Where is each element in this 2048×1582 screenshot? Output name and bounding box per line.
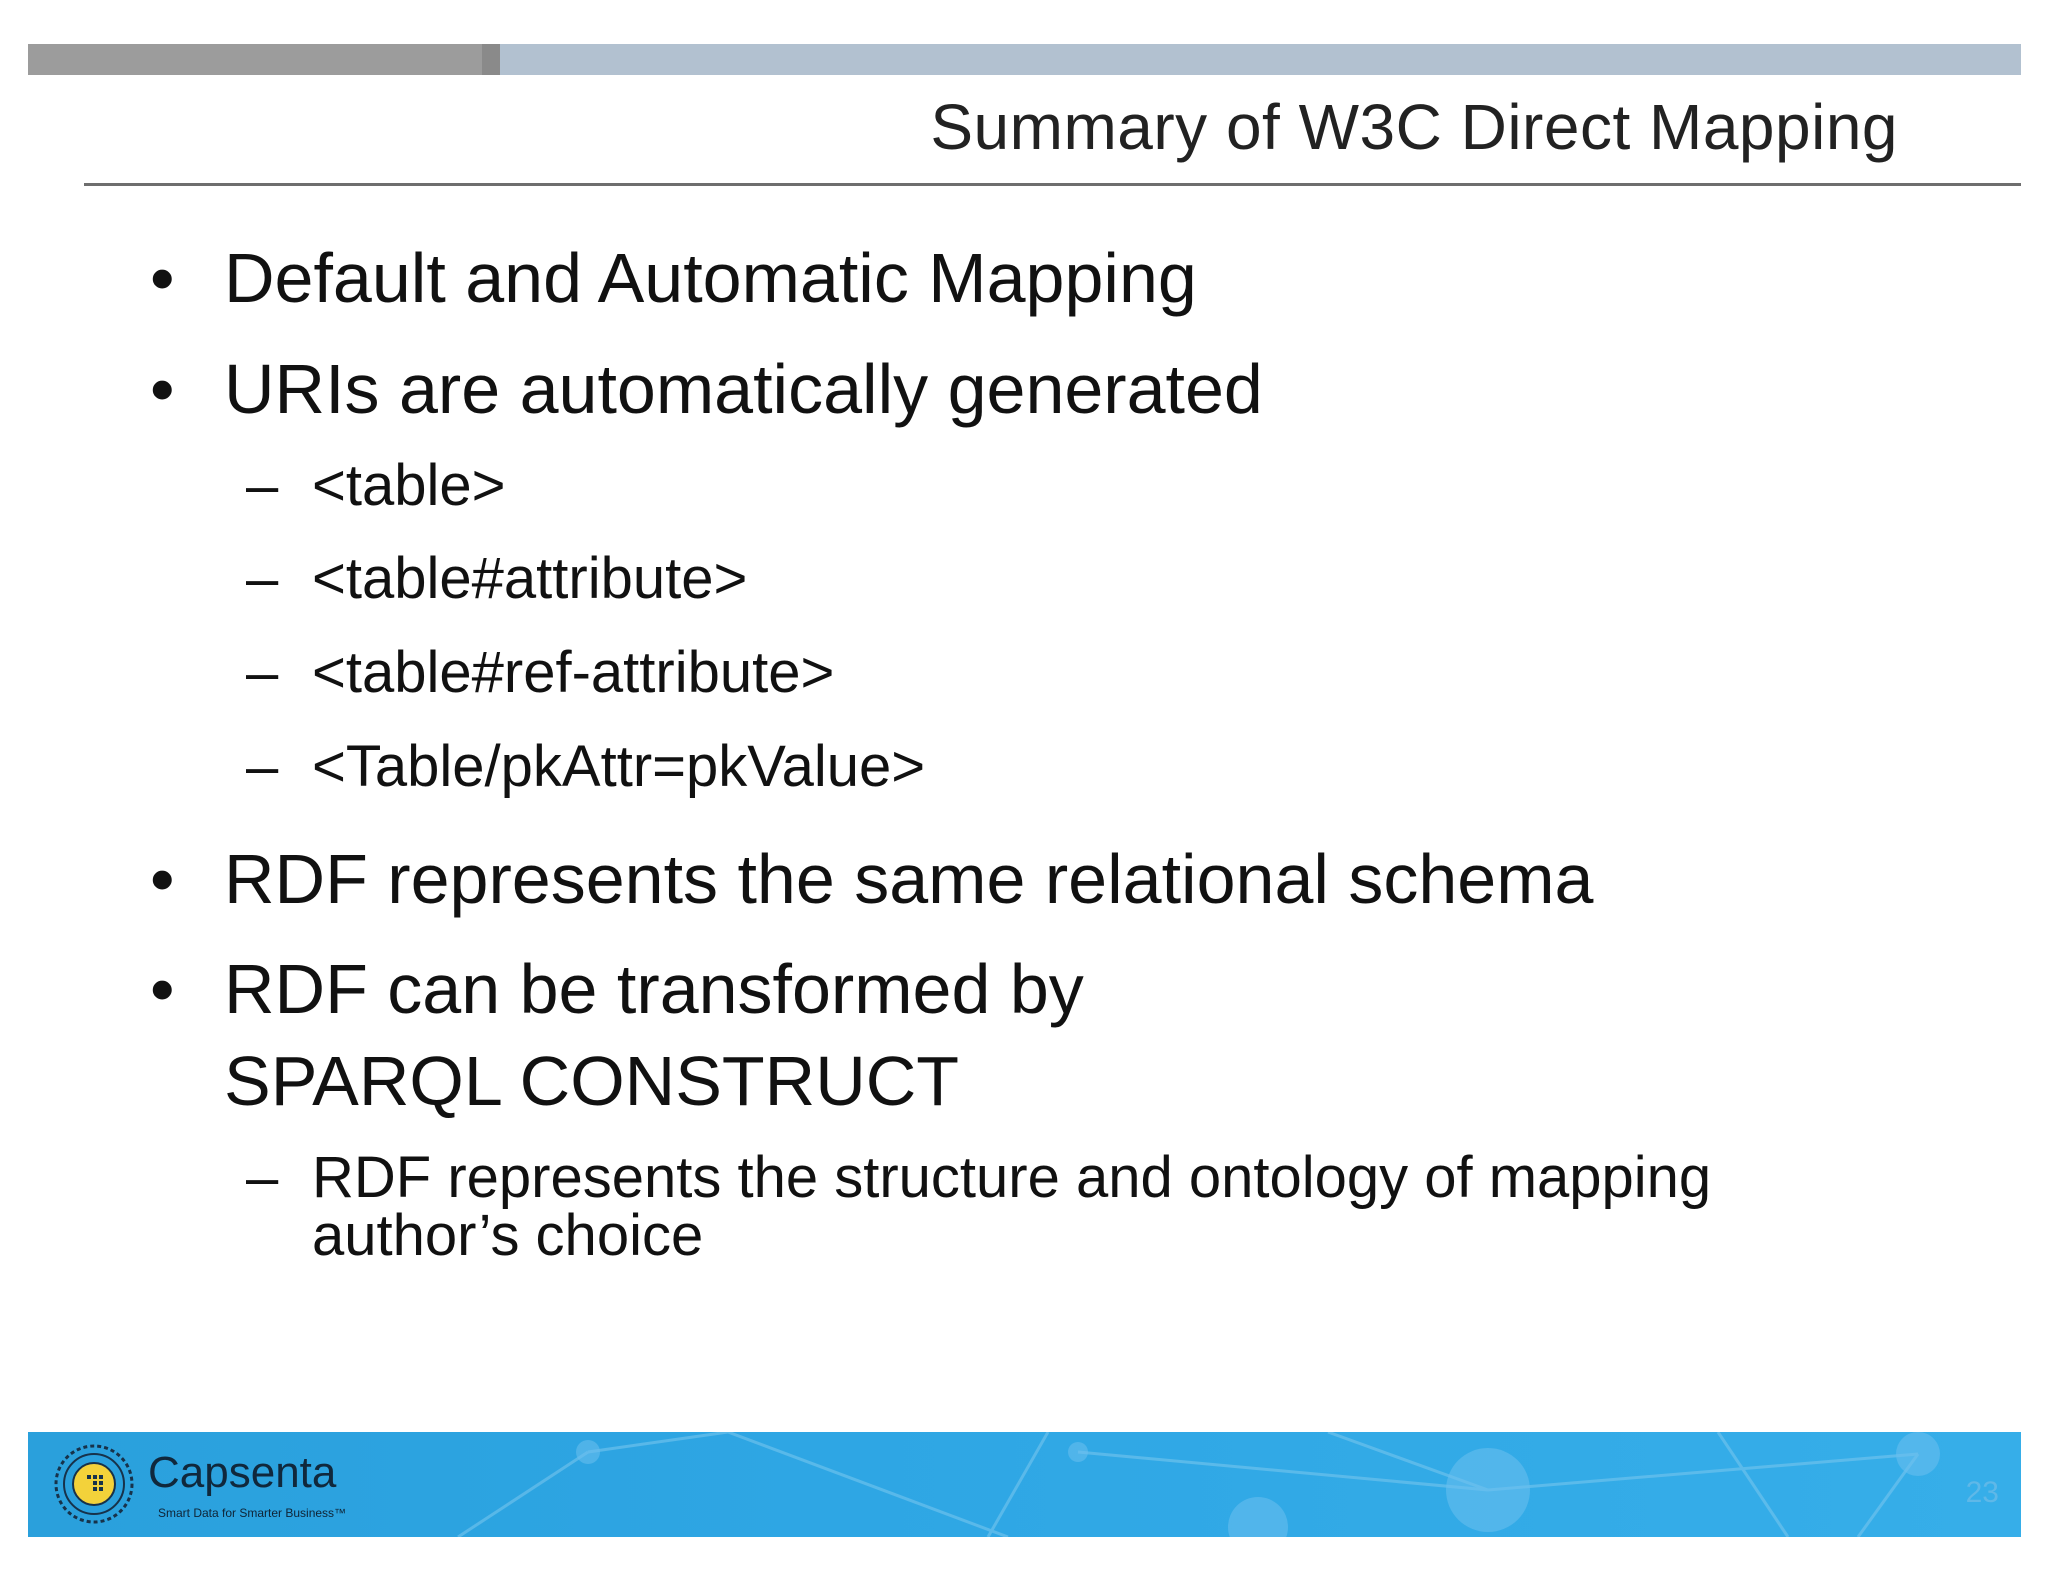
header-accent-bar-notch	[482, 44, 500, 75]
header-accent-bar-left	[28, 44, 482, 75]
sub-item-text-line1: RDF represents the structure and ontolog…	[312, 1145, 1712, 1210]
capsenta-logo-icon	[54, 1444, 134, 1524]
bullet-icon: •	[150, 950, 175, 1028]
list-item-text: URIs are automatically generated	[224, 350, 1263, 428]
brand-tagline: Smart Data for Smarter Business™	[158, 1506, 347, 1520]
list-item-text: Default and Automatic Mapping	[224, 239, 1197, 317]
dash-icon: –	[246, 1145, 279, 1210]
sub-item-text: <table#attribute>	[312, 546, 748, 611]
dash-icon: –	[246, 734, 279, 799]
sub-item-text: <table>	[312, 453, 506, 518]
brand-name: Capsenta	[148, 1448, 337, 1497]
dash-icon: –	[246, 546, 279, 611]
header-accent-bar	[28, 44, 2021, 75]
title-divider	[84, 183, 2021, 186]
sub-item-text: <table#ref-attribute>	[312, 640, 835, 705]
list-item-text: RDF represents the same relational schem…	[224, 840, 1594, 918]
sub-item-text-line2: author’s choice	[312, 1203, 704, 1268]
bullet-icon: •	[150, 239, 175, 317]
dash-icon: –	[246, 453, 279, 518]
list-item-text-line2: SPARQL CONSTRUCT	[224, 1042, 960, 1120]
slide-title: Summary of W3C Direct Mapping	[930, 91, 1898, 163]
dash-icon: –	[246, 640, 279, 705]
bullet-icon: •	[150, 350, 175, 428]
page-number: 23	[1965, 1476, 1999, 1509]
sub-item-text: <Table/pkAttr=pkValue>	[312, 734, 926, 799]
list-item-text-line1: RDF can be transformed by	[224, 950, 1084, 1028]
bullet-icon: •	[150, 840, 175, 918]
footer-band: Capsenta Smart Data for Smarter Business…	[28, 1432, 2021, 1537]
